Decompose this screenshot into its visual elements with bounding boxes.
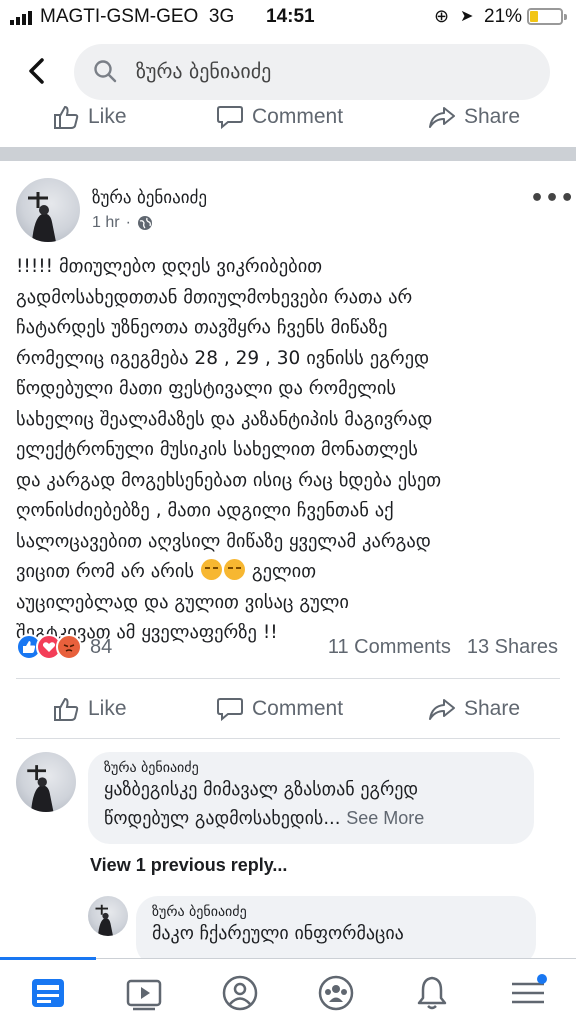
meta-separator: · xyxy=(125,214,131,231)
divider xyxy=(16,738,560,739)
comment-text-line: ყაზბეგისკე მიმავალ გზასთან ეგრედ xyxy=(104,779,419,800)
tab-menu[interactable] xyxy=(506,971,550,1015)
post-line: გადმოსახედთთან მთიულმოხევები რათა არ xyxy=(16,286,413,308)
post-line: წოდებული მათი ფესტივალი და რომელის xyxy=(16,378,397,399)
post-line: !!!!! მთიულებო დღეს ვიკრიბებით xyxy=(16,256,323,277)
comment-author[interactable]: ზურა ბენიაიძე xyxy=(104,760,518,776)
search-input[interactable]: ზურა ბენიაიძე xyxy=(74,44,550,100)
thumbs-up-icon xyxy=(54,697,79,721)
share-button[interactable]: Share xyxy=(428,696,520,722)
post-line: ჩატარდეს უზნეოთა თავშყრა ჩვენს მიწაზე xyxy=(16,317,388,338)
profile-icon xyxy=(222,975,258,1011)
post-line: ელექტრონული მუსიკის სახელით მონათლეს xyxy=(16,439,418,460)
divider xyxy=(16,678,560,679)
tab-watch[interactable] xyxy=(122,971,166,1015)
reaction-summary[interactable]: 84 xyxy=(16,634,112,660)
battery-percent: 21% xyxy=(484,6,523,27)
battery-icon xyxy=(527,8,567,25)
angry-reaction-icon xyxy=(56,634,82,660)
tab-profile[interactable] xyxy=(218,971,262,1015)
pensive-emoji-icon xyxy=(200,559,222,580)
shares-count[interactable]: 13 Shares xyxy=(467,636,558,659)
like-button[interactable]: Like xyxy=(52,104,127,130)
view-previous-replies-link[interactable]: View 1 previous reply... xyxy=(90,855,287,876)
pensive-emoji-icon xyxy=(223,559,245,580)
post-line: და კარგად მოგეხსენებათ ისიც რაც ხდება ეს… xyxy=(16,469,442,491)
menu-icon xyxy=(512,974,547,1004)
reply-text: მაკო ჩქარეული ინფორმაცია xyxy=(152,923,404,944)
carrier-label: MAGTI-GSM-GEO 3G xyxy=(40,6,235,27)
see-more-link[interactable]: See More xyxy=(346,808,424,828)
location-arrow-icon: ➤ xyxy=(460,8,474,25)
thumbs-up-icon xyxy=(54,105,79,129)
watch-icon xyxy=(126,979,162,1011)
active-tab-indicator xyxy=(0,957,96,960)
bottom-tab-bar xyxy=(0,957,576,1024)
share-arrow-icon xyxy=(429,107,455,128)
engagement-counts: 11 Comments 13 Shares xyxy=(328,636,558,659)
post-time[interactable]: 1 hr xyxy=(92,214,120,232)
search-query: ზურა ბენიაიძე xyxy=(136,59,272,83)
orientation-lock-icon: ⊕ xyxy=(434,6,450,26)
comment-avatar[interactable] xyxy=(16,752,76,812)
groups-icon xyxy=(318,975,354,1011)
post-line: სალოცავებით აღვსილ მიწაზე ყველამ კარგად xyxy=(16,530,431,552)
comment-button[interactable]: Comment xyxy=(216,104,343,130)
tab-notifications[interactable] xyxy=(410,971,454,1015)
search-header: ზურა ბენიაიძე xyxy=(0,40,576,104)
post-line: აუცილებლად და გულით ვისაც გული xyxy=(16,591,349,613)
network-label: 3G xyxy=(208,6,235,27)
reply-bubble[interactable]: ზურა ბენიაიძე მაკო ჩქარეული ინფორმაცია xyxy=(136,896,536,966)
chevron-left-icon[interactable] xyxy=(22,56,52,86)
post-text: !!!!! მთიულებო დღეს ვიკრიბებით გადმოსახე… xyxy=(16,252,564,649)
comment-button[interactable]: Comment xyxy=(216,696,343,722)
more-options-icon[interactable]: ••• xyxy=(530,186,575,211)
notifications-icon xyxy=(417,976,447,1010)
comment-icon xyxy=(217,106,243,130)
comments-count[interactable]: 11 Comments xyxy=(328,636,451,659)
comment-text-line: წოდებულ გადმოსახედის... See More xyxy=(104,808,425,829)
previous-post-actions: Like Comment Share xyxy=(0,98,576,138)
globe-icon xyxy=(137,216,152,230)
post-line: სახელიც შეალამაზეს და კაზანტიპის მაგივრა… xyxy=(16,408,433,430)
status-bar: MAGTI-GSM-GEO 3G 14:51 ⊕ ➤ 21% xyxy=(0,0,576,34)
post-separator xyxy=(0,147,576,161)
share-arrow-icon xyxy=(429,699,455,720)
post-line: რომელიც იგეგმება 28 , 29 , 30 ივნისს ეგრ… xyxy=(16,347,430,369)
reply-author[interactable]: ზურა ბენიაიძე xyxy=(152,904,520,920)
post-line: ღონისძიებებზე , მათი ადგილი ჩვენთან აქ xyxy=(16,500,394,521)
tab-news-feed[interactable] xyxy=(26,971,70,1015)
clock: 14:51 xyxy=(266,6,315,27)
post-author[interactable]: ზურა ბენიაიძე xyxy=(92,188,207,208)
post-actions: Like Comment Share xyxy=(0,690,576,730)
avatar[interactable] xyxy=(16,178,80,242)
post-meta: 1 hr · xyxy=(92,214,153,232)
signal-icon xyxy=(10,11,32,25)
post-line: ვიცით რომ არ არის გელით xyxy=(16,559,317,582)
reaction-count: 84 xyxy=(90,635,113,658)
reply-avatar[interactable] xyxy=(88,896,128,936)
comment-icon xyxy=(217,698,243,722)
magnifier-icon xyxy=(94,60,117,83)
comment-bubble[interactable]: ზურა ბენიაიძე ყაზბეგისკე მიმავალ გზასთან… xyxy=(88,752,534,844)
like-button[interactable]: Like xyxy=(52,696,127,722)
share-button[interactable]: Share xyxy=(428,104,520,130)
news-feed-icon xyxy=(32,979,64,1007)
tab-groups[interactable] xyxy=(314,971,358,1015)
